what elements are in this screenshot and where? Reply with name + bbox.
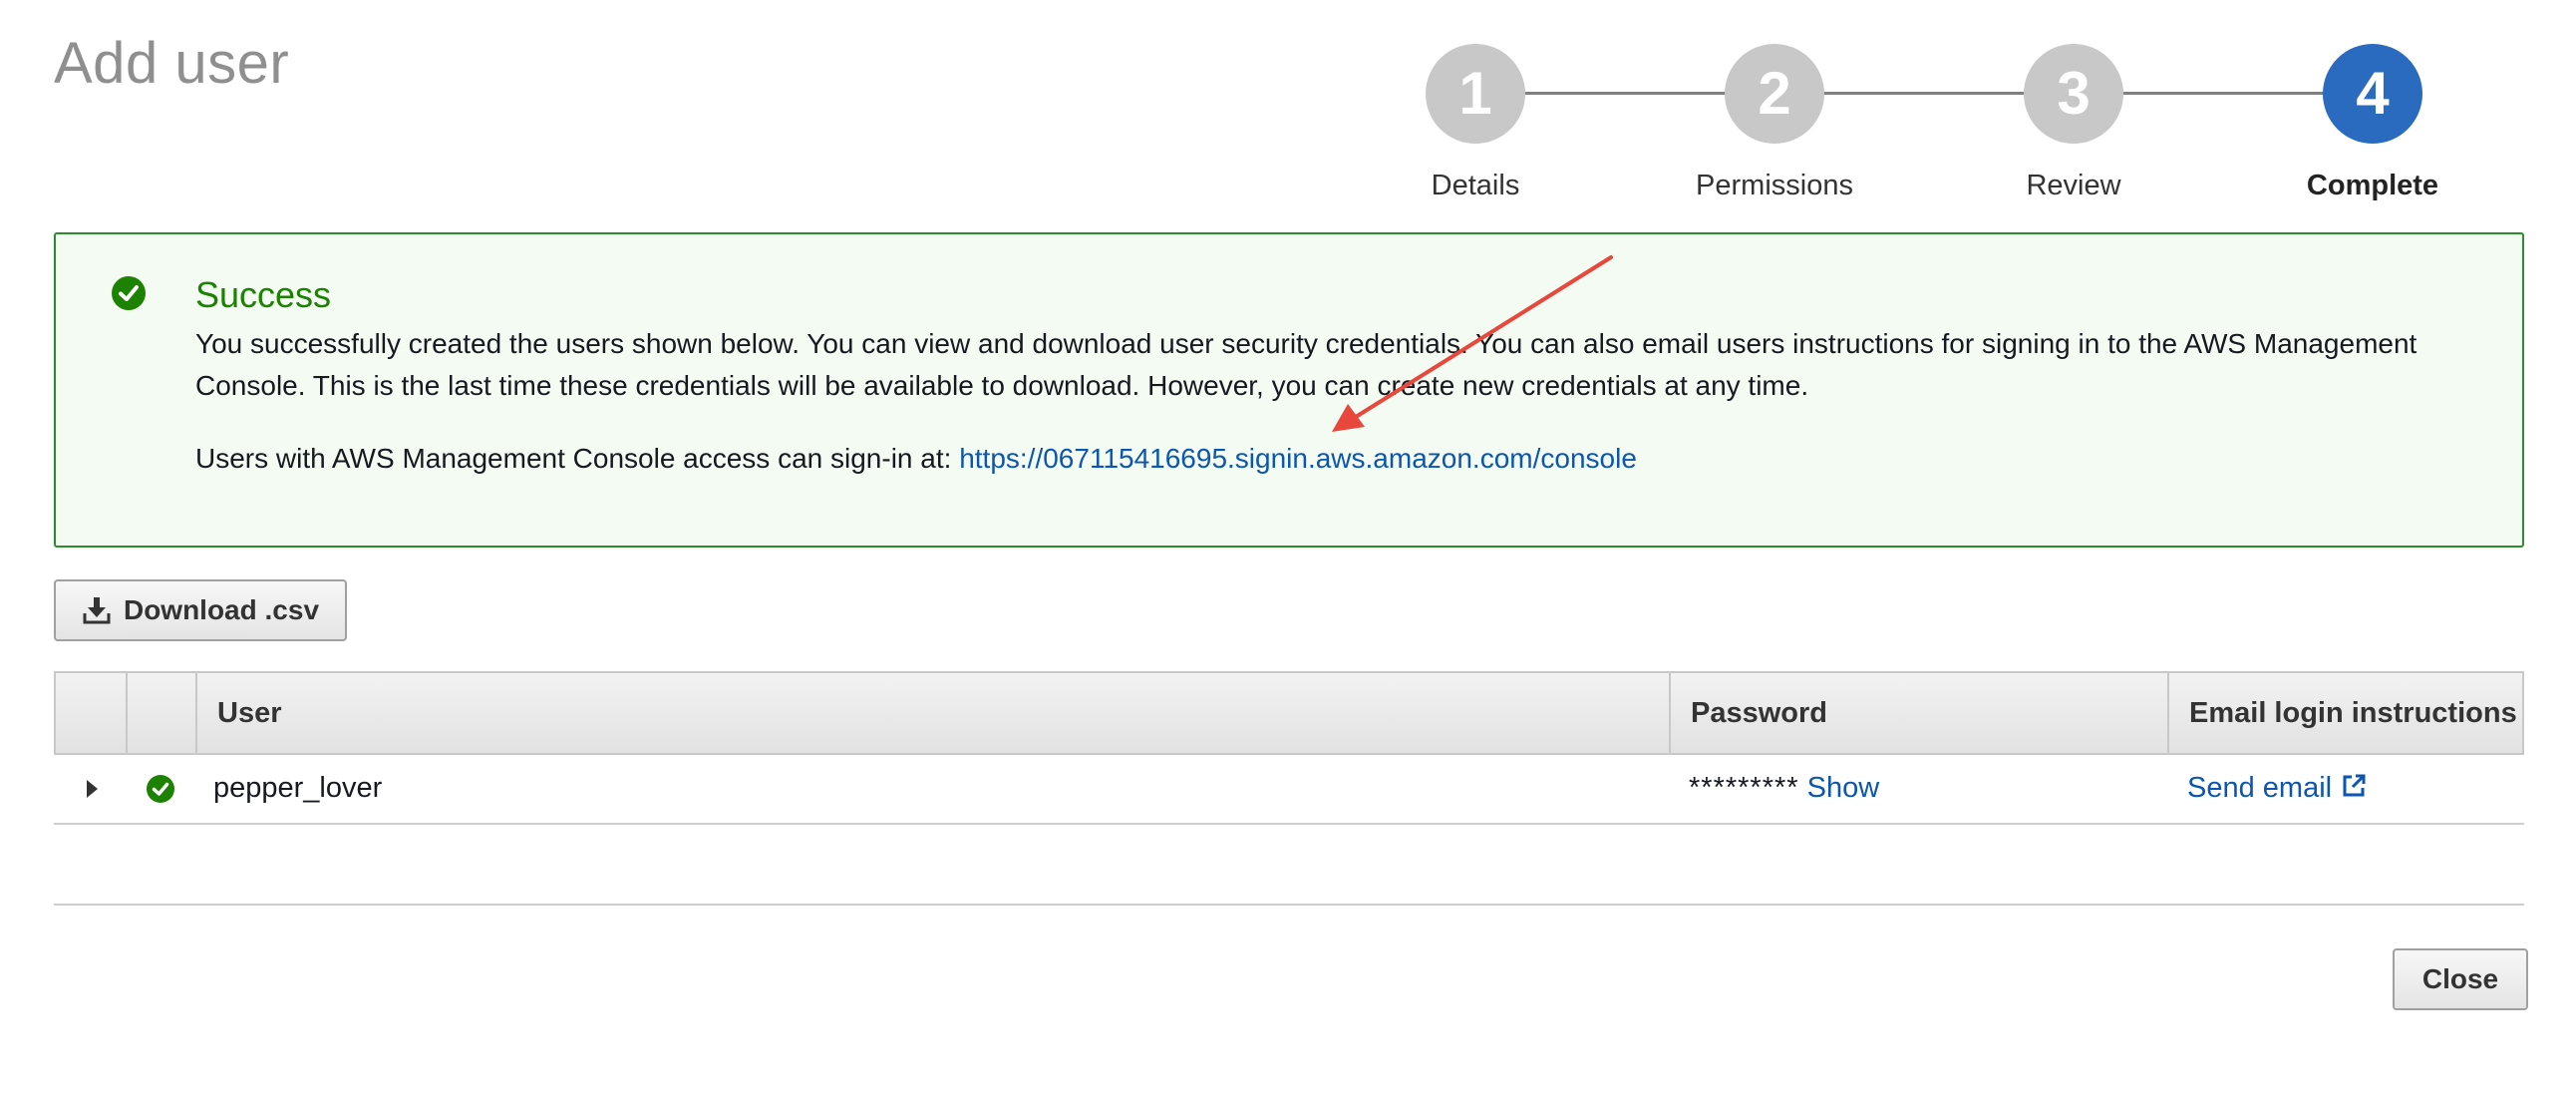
step-label: Details bbox=[1431, 170, 1520, 201]
email-cell: Send email bbox=[2187, 755, 2368, 823]
signin-url-link[interactable]: https://067115416695.signin.aws.amazon.c… bbox=[959, 443, 1637, 474]
step-complete: 4 Complete bbox=[2273, 44, 2472, 202]
show-password-link[interactable]: Show bbox=[1807, 772, 1880, 804]
caret-right-icon[interactable] bbox=[87, 780, 98, 798]
step-permissions: 2 Permissions bbox=[1675, 44, 1874, 202]
password-cell: ********* Show bbox=[1689, 755, 1879, 823]
step-number: 2 bbox=[1725, 44, 1824, 144]
table-header: User Password Email login instructions bbox=[54, 671, 2524, 755]
send-email-link[interactable]: Send email bbox=[2187, 772, 2368, 804]
check-circle-icon bbox=[112, 276, 146, 310]
header-password: Password bbox=[1671, 673, 2169, 753]
signin-info: Users with AWS Management Console access… bbox=[195, 438, 1637, 480]
step-number: 3 bbox=[2024, 44, 2123, 144]
step-label: Review bbox=[2026, 170, 2121, 201]
signin-prefix: Users with AWS Management Console access… bbox=[195, 443, 960, 474]
close-button[interactable]: Close bbox=[2393, 948, 2528, 1010]
divider bbox=[54, 904, 2524, 906]
step-label: Permissions bbox=[1696, 170, 1853, 201]
stepper-connector-line bbox=[1475, 92, 2373, 95]
download-label: Download .csv bbox=[123, 594, 320, 625]
header-user: User bbox=[197, 673, 1671, 753]
step-review: 3 Review bbox=[1974, 44, 2173, 202]
external-link-icon bbox=[2340, 758, 2368, 824]
header-status-col bbox=[128, 673, 197, 753]
send-email-label: Send email bbox=[2187, 772, 2333, 804]
user-name: pepper_lover bbox=[213, 772, 383, 804]
users-table: User Password Email login instructions p… bbox=[54, 671, 2524, 825]
page-title: Add user bbox=[54, 31, 290, 96]
add-user-page: Add user 1 Details 2 Permissions 3 Revie… bbox=[0, 0, 2576, 1109]
step-number: 4 bbox=[2323, 44, 2422, 144]
check-circle-icon bbox=[147, 775, 174, 803]
table-row: pepper_lover ********* Show Send email bbox=[54, 755, 2524, 825]
success-alert: Success You successfully created the use… bbox=[54, 232, 2524, 548]
step-label: Complete bbox=[2306, 170, 2439, 201]
wizard-stepper: 1 Details 2 Permissions 3 Review 4 Compl… bbox=[1426, 44, 2472, 213]
success-title: Success bbox=[195, 274, 332, 315]
success-message: You successfully created the users shown… bbox=[195, 328, 2417, 401]
header-expand-col bbox=[56, 673, 128, 753]
header-email-instructions: Email login instructions bbox=[2189, 697, 2517, 729]
download-csv-button[interactable]: Download .csv bbox=[54, 579, 347, 641]
step-details: 1 Details bbox=[1376, 44, 1575, 202]
password-mask: ********* bbox=[1689, 772, 1799, 804]
download-icon bbox=[82, 595, 112, 625]
step-number: 1 bbox=[1426, 44, 1525, 144]
